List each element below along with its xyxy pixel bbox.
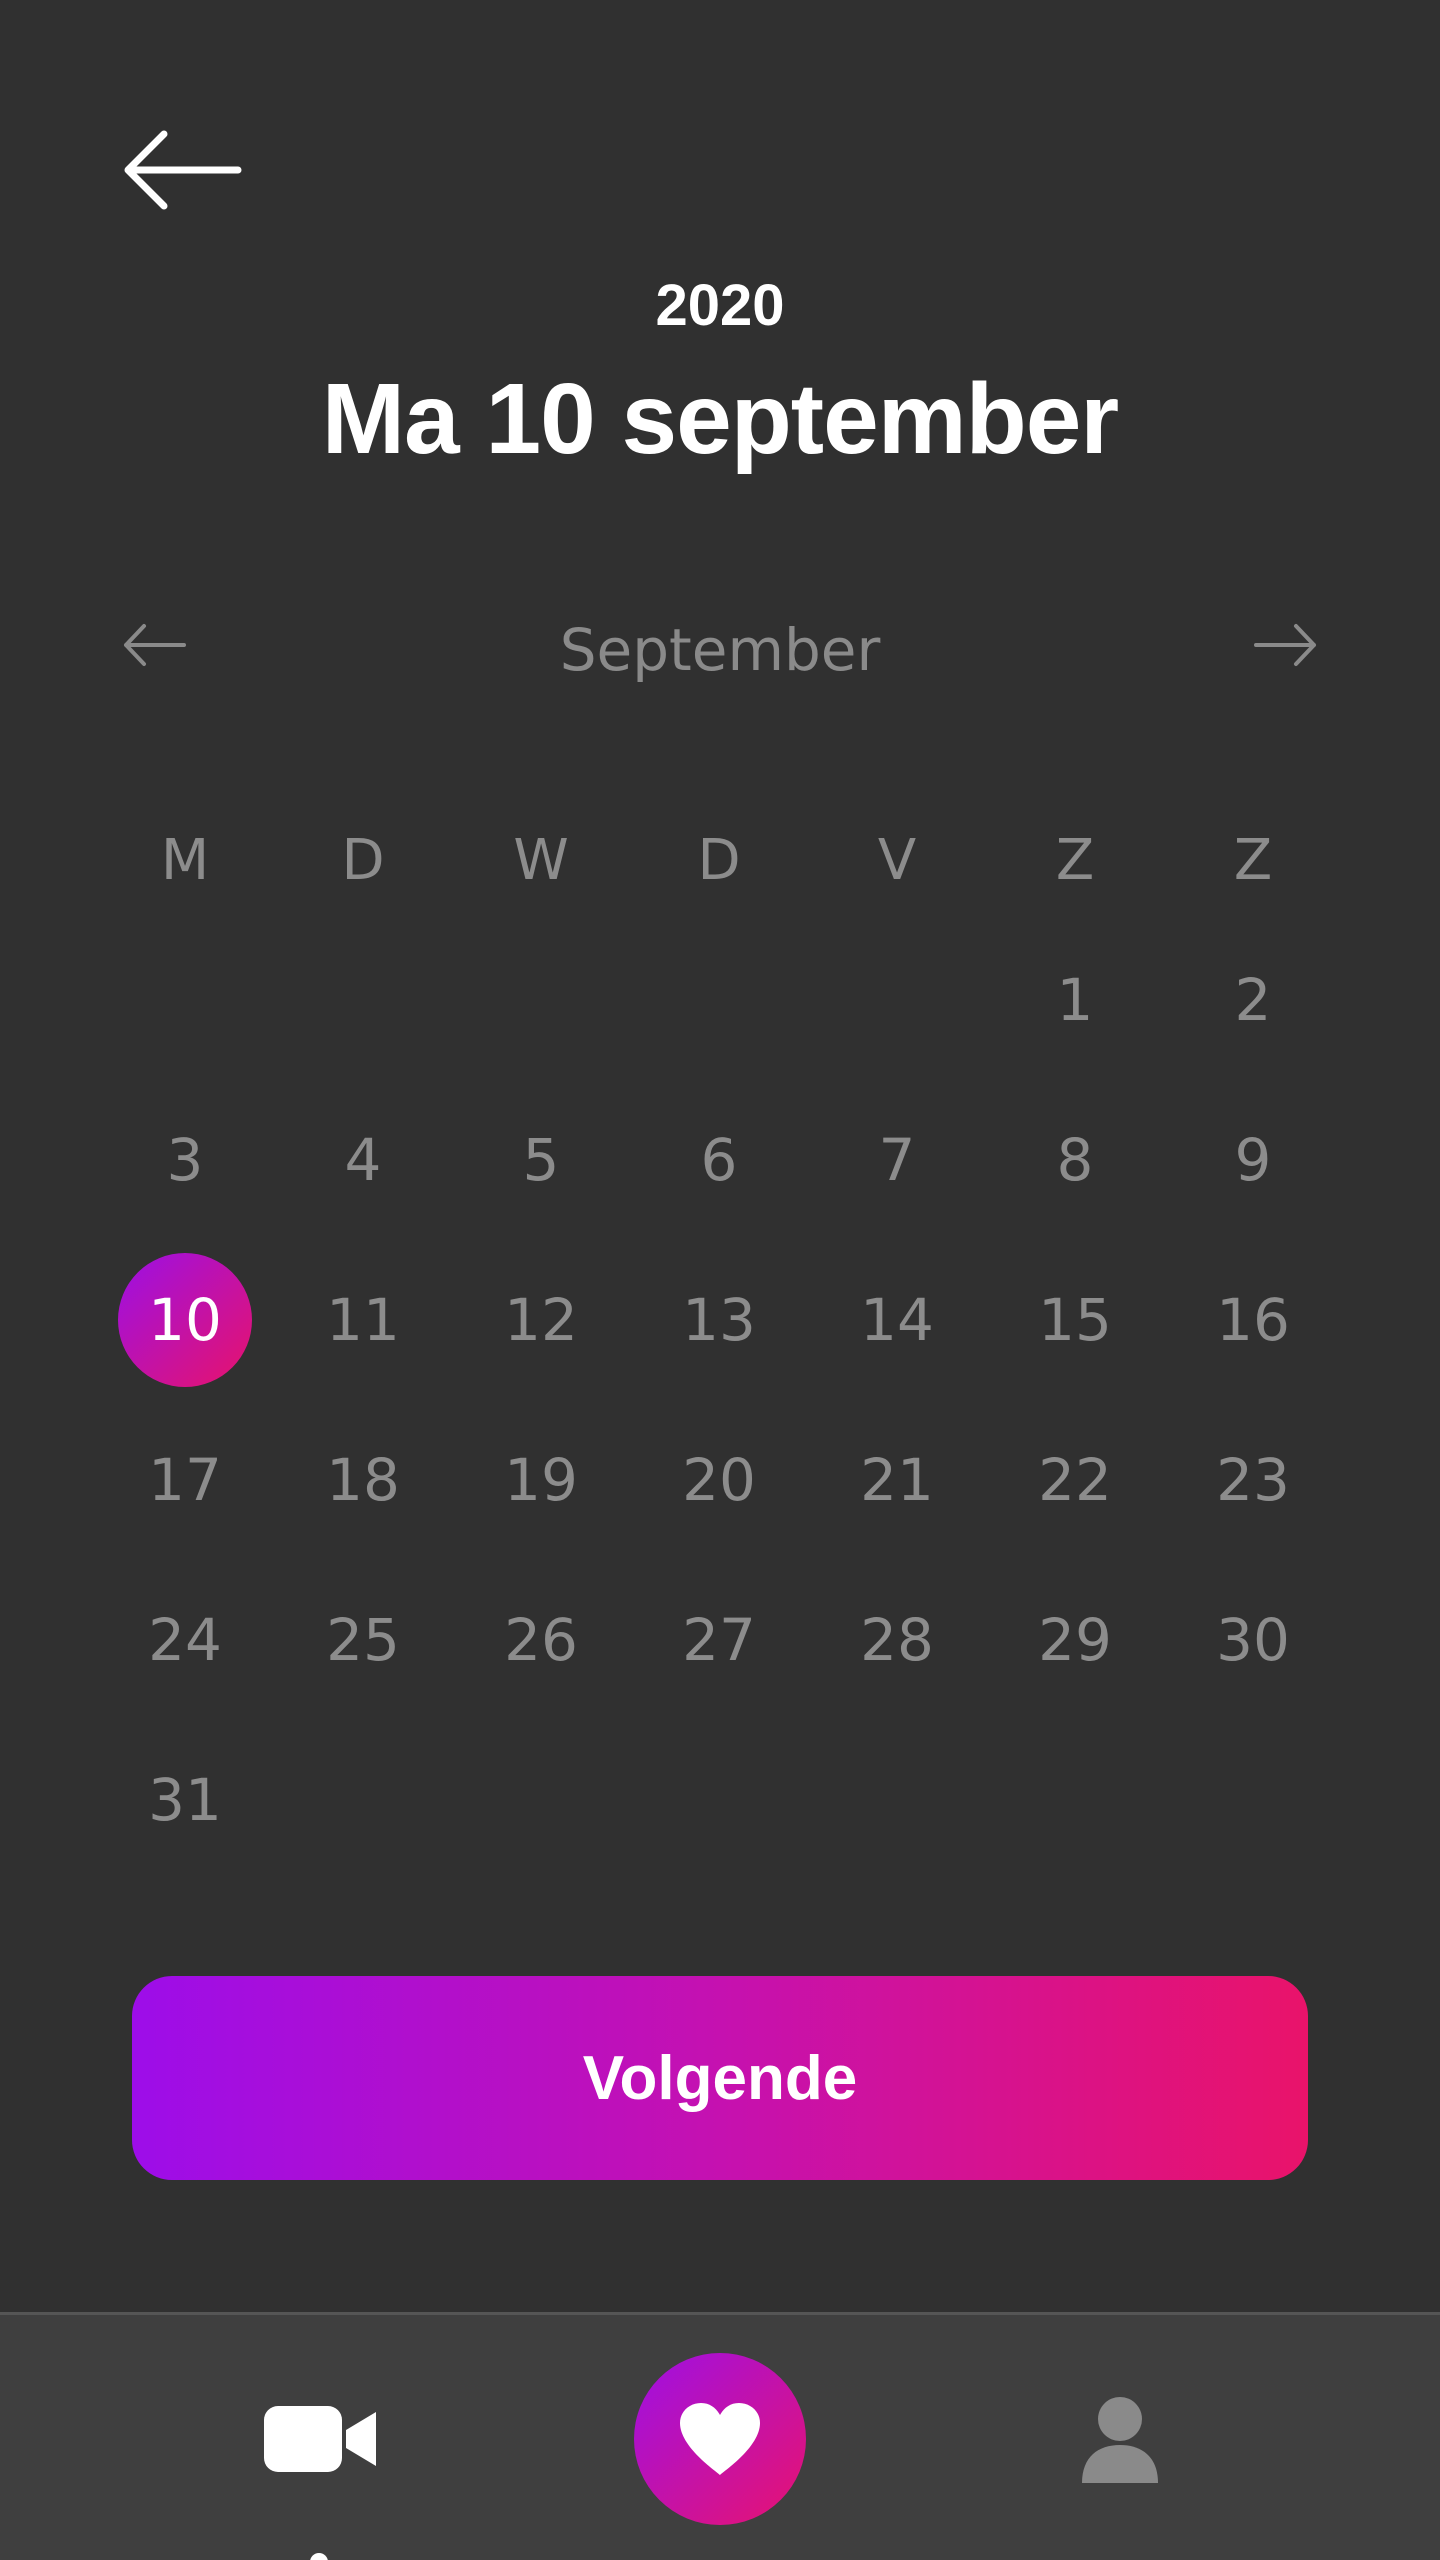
calendar-day[interactable]: 18: [274, 1400, 452, 1560]
calendar-day-empty: [808, 920, 986, 1080]
calendar-day-empty: [452, 920, 630, 1080]
weekday-label: M: [160, 827, 210, 893]
tab-profile[interactable]: [1020, 2315, 1220, 2560]
arrow-right-icon: [1254, 624, 1316, 666]
calendar-day[interactable]: 4: [274, 1080, 452, 1240]
calendar-day[interactable]: 5: [452, 1080, 630, 1240]
selected-date-title: Ma 10 september: [321, 363, 1119, 475]
calendar-day[interactable]: 29: [986, 1560, 1164, 1720]
profile-icon: [1082, 2397, 1158, 2483]
calendar-day-empty: [274, 1720, 452, 1880]
year-label: 2020: [655, 273, 785, 338]
calendar-day[interactable]: 7: [808, 1080, 986, 1240]
weekday-label: V: [877, 827, 917, 893]
weekday-label: Z: [1055, 827, 1095, 893]
calendar-day[interactable]: 28: [808, 1560, 986, 1720]
calendar-week: 31: [96, 1720, 1344, 1880]
selected-day-circle: 10: [118, 1253, 252, 1387]
calendar-day[interactable]: 12: [452, 1240, 630, 1400]
next-button[interactable]: Volgende: [132, 1976, 1308, 2180]
calendar-day[interactable]: 8: [986, 1080, 1164, 1240]
calendar-day[interactable]: 9: [1164, 1080, 1342, 1240]
weekday-label: D: [341, 827, 385, 893]
calendar-day-empty: [630, 1720, 808, 1880]
calendar-day[interactable]: 16: [1164, 1240, 1342, 1400]
calendar-day-empty: [986, 1720, 1164, 1880]
calendar-day[interactable]: 31: [96, 1720, 274, 1880]
calendar-day[interactable]: 23: [1164, 1400, 1342, 1560]
bottom-tab-bar: [0, 2312, 1440, 2560]
calendar-day[interactable]: 25: [274, 1560, 452, 1720]
weekday-header: M D W D V Z Z: [96, 800, 1344, 920]
calendar-day-empty: [630, 920, 808, 1080]
previous-month-button[interactable]: [122, 620, 194, 680]
calendar-day[interactable]: 27: [630, 1560, 808, 1720]
calendar-day-empty: [1164, 1720, 1342, 1880]
calendar-week: 1 2: [96, 920, 1344, 1080]
calendar-week: 10 11 12 13 14 15 16: [96, 1240, 1344, 1400]
arrow-left-icon: [124, 130, 242, 210]
weekday-label: D: [697, 827, 741, 893]
calendar-week: 24 25 26 27 28 29 30: [96, 1560, 1344, 1720]
calendar-day[interactable]: 11: [274, 1240, 452, 1400]
calendar-day[interactable]: 2: [1164, 920, 1342, 1080]
month-navigation: September: [122, 600, 1318, 700]
calendar-day-empty: [96, 920, 274, 1080]
weekday-label: W: [513, 827, 569, 893]
calendar-day[interactable]: 17: [96, 1400, 274, 1560]
video-camera-icon: [264, 2406, 376, 2472]
tab-matches[interactable]: [634, 2353, 806, 2525]
calendar-day[interactable]: 1: [986, 920, 1164, 1080]
weekday-label: Z: [1233, 827, 1273, 893]
calendar-day[interactable]: 24: [96, 1560, 274, 1720]
calendar-day[interactable]: 22: [986, 1400, 1164, 1560]
calendar-day[interactable]: 3: [96, 1080, 274, 1240]
calendar-week: 17 18 19 20 21 22 23: [96, 1400, 1344, 1560]
calendar-week: 3 4 5 6 7 8 9: [96, 1080, 1344, 1240]
next-month-button[interactable]: [1246, 620, 1318, 680]
calendar-day-empty: [452, 1720, 630, 1880]
arrow-left-icon: [124, 624, 186, 666]
calendar-day-selected[interactable]: 10: [96, 1240, 274, 1400]
date-picker-screen: 2020 Ma 10 september September M D W D V…: [0, 0, 1440, 2560]
back-button[interactable]: [122, 120, 262, 220]
calendar-day-empty: [274, 920, 452, 1080]
calendar-day[interactable]: 6: [630, 1080, 808, 1240]
month-label: September: [559, 616, 881, 684]
calendar-day-empty: [808, 1720, 986, 1880]
calendar-day[interactable]: 15: [986, 1240, 1164, 1400]
tab-video[interactable]: [220, 2315, 420, 2560]
calendar-day[interactable]: 26: [452, 1560, 630, 1720]
calendar-grid: M D W D V Z Z 1 2 3 4 5 6 7 8 9 10 11 12…: [96, 800, 1344, 1880]
heart-icon: [680, 2403, 760, 2475]
calendar-day[interactable]: 30: [1164, 1560, 1342, 1720]
calendar-day[interactable]: 14: [808, 1240, 986, 1400]
calendar-day[interactable]: 21: [808, 1400, 986, 1560]
calendar-day[interactable]: 13: [630, 1240, 808, 1400]
calendar-day[interactable]: 20: [630, 1400, 808, 1560]
calendar-day[interactable]: 19: [452, 1400, 630, 1560]
